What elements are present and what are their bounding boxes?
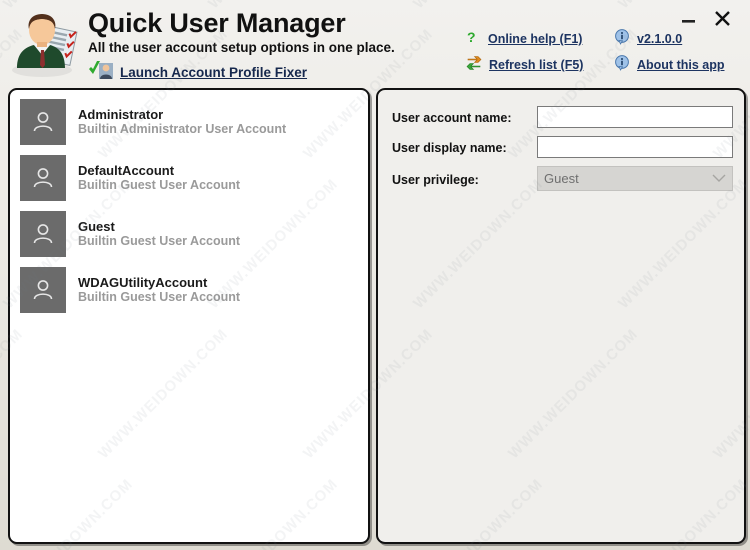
- green-check-person-icon: [88, 60, 114, 85]
- launch-account-profile-fixer[interactable]: Launch Account Profile Fixer: [88, 60, 307, 85]
- info-bubble-icon: [614, 54, 630, 76]
- account-name-label: User account name:: [392, 111, 512, 125]
- list-item[interactable]: WDAGUtilityAccount Builtin Guest User Ac…: [20, 266, 368, 314]
- page-title: Quick User Manager: [88, 8, 346, 38]
- user-description: Builtin Guest User Account: [78, 178, 241, 193]
- user-item-text: Guest Builtin Guest User Account: [78, 219, 240, 249]
- app-window: Quick User Manager All the user account …: [0, 0, 750, 550]
- account-name-input[interactable]: [537, 106, 733, 128]
- page-subtitle: All the user account setup options in on…: [88, 40, 395, 55]
- privilege-select[interactable]: Guest: [537, 166, 733, 191]
- refresh-arrows-icon: [466, 55, 482, 76]
- user-avatar-icon: [20, 155, 66, 201]
- question-mark-icon: ?: [466, 29, 481, 50]
- user-item-text: DefaultAccount Builtin Guest User Accoun…: [78, 163, 240, 193]
- user-description: Builtin Administrator User Account: [78, 122, 287, 137]
- app-logo-icon: [8, 8, 80, 78]
- app-header: Quick User Manager All the user account …: [0, 0, 750, 88]
- privilege-label: User privilege:: [392, 173, 479, 187]
- user-name: Guest: [78, 218, 115, 234]
- svg-text:?: ?: [467, 29, 476, 45]
- user-list-panel: Administrator Builtin Administrator User…: [8, 88, 370, 544]
- user-item-text: Administrator Builtin Administrator User…: [78, 107, 286, 137]
- user-name: DefaultAccount: [78, 162, 175, 178]
- about-this-app-link[interactable]: About this app: [614, 54, 725, 76]
- refresh-list-label[interactable]: Refresh list (F5): [489, 58, 583, 72]
- minimize-button[interactable]: [676, 6, 702, 30]
- info-bubble-icon: [614, 28, 630, 50]
- launch-account-profile-fixer-label[interactable]: Launch Account Profile Fixer: [120, 65, 307, 80]
- list-item[interactable]: Guest Builtin Guest User Account: [20, 210, 368, 258]
- online-help-label[interactable]: Online help (F1): [488, 32, 582, 46]
- user-avatar-icon: [20, 267, 66, 313]
- close-button[interactable]: [710, 6, 736, 30]
- display-name-label: User display name:: [392, 141, 507, 155]
- header-links-row-2: Refresh list (F5) About this app: [466, 52, 750, 78]
- display-name-row: User display name:: [392, 136, 542, 160]
- header-links: ? Online help (F1) v2.1.0.0 Refresh list…: [466, 26, 750, 78]
- user-name: WDAGUtilityAccount: [78, 274, 208, 290]
- account-name-row: User account name:: [392, 106, 542, 130]
- version-link[interactable]: v2.1.0.0: [614, 28, 682, 50]
- user-list[interactable]: Administrator Builtin Administrator User…: [10, 90, 368, 542]
- privilege-row: User privilege:: [392, 168, 542, 192]
- chevron-down-icon: [712, 171, 726, 186]
- about-this-app-label[interactable]: About this app: [637, 58, 725, 72]
- account-details-form: User account name: User display name: Us…: [376, 88, 742, 540]
- user-name: Administrator: [78, 106, 164, 122]
- user-description: Builtin Guest User Account: [78, 290, 241, 305]
- online-help-link[interactable]: ? Online help (F1): [466, 29, 614, 50]
- list-item[interactable]: DefaultAccount Builtin Guest User Accoun…: [20, 154, 368, 202]
- user-avatar-icon: [20, 211, 66, 257]
- privilege-selected-value: Guest: [544, 171, 579, 186]
- window-controls: [676, 2, 746, 32]
- display-name-input[interactable]: [537, 136, 733, 158]
- user-avatar-icon: [20, 99, 66, 145]
- user-description: Builtin Guest User Account: [78, 234, 241, 249]
- refresh-list-link[interactable]: Refresh list (F5): [466, 55, 614, 76]
- version-label[interactable]: v2.1.0.0: [637, 32, 682, 46]
- list-item[interactable]: Administrator Builtin Administrator User…: [20, 98, 368, 146]
- user-item-text: WDAGUtilityAccount Builtin Guest User Ac…: [78, 275, 240, 305]
